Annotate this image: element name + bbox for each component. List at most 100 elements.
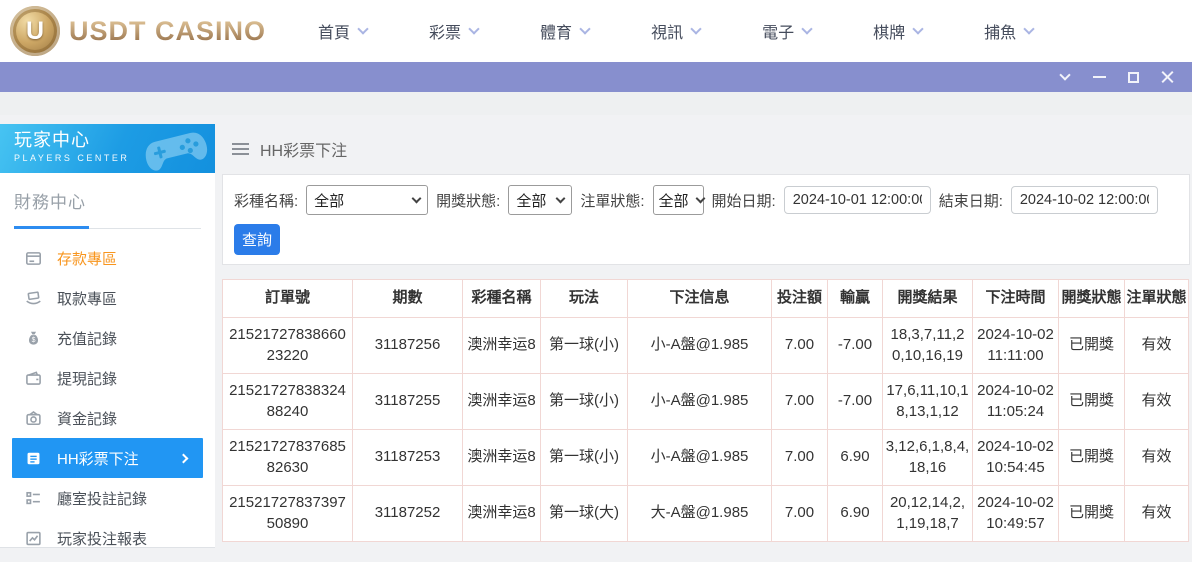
sidebar-item-hh-lottery-bets[interactable]: HH彩票下注 [12, 438, 203, 478]
nav-item-home[interactable]: 首頁 [318, 19, 367, 43]
window-titlebar [0, 62, 1192, 92]
nav-item-lottery[interactable]: 彩票 [429, 19, 478, 43]
nav-label: 視訊 [651, 19, 683, 43]
sidebar-item-funds-record[interactable]: 資金記錄 [0, 398, 215, 438]
start-date-label: 開始日期: [712, 190, 776, 211]
cell-win-loss: 6.90 [828, 430, 883, 486]
minimize-icon [1093, 76, 1106, 78]
cell-order-no: 2152172783768582630 [223, 430, 353, 486]
nav-item-fishing[interactable]: 捕魚 [984, 19, 1033, 43]
nav-item-board-games[interactable]: 棋牌 [873, 19, 922, 43]
end-date-label: 結束日期: [939, 190, 1003, 211]
cell-lottery-name: 澳洲幸运8 [463, 486, 541, 542]
cell-win-loss: -7.00 [828, 318, 883, 374]
cell-bet-amount: 7.00 [772, 486, 828, 542]
cell-play-type: 第一球(大) [541, 486, 628, 542]
top-navbar: U USDT CASINO 首頁 彩票 體育 視訊 電子 棋牌 捕魚 [0, 0, 1192, 62]
cell-period: 31187256 [353, 318, 463, 374]
nav-item-sports[interactable]: 體育 [540, 19, 589, 43]
nav-label: 首頁 [318, 19, 350, 43]
lottery-name-select[interactable]: 全部 [306, 185, 428, 215]
chevron-right-icon [179, 453, 189, 463]
recharge-record-icon: $ [25, 330, 42, 347]
hamburger-menu-icon[interactable] [232, 143, 249, 155]
content-area: 玩家中心 PLAYERS CENTER 財務中心 [0, 124, 1192, 562]
logo[interactable]: U USDT CASINO [10, 6, 266, 56]
cell-draw-result: 18,3,7,11,20,10,16,19 [883, 318, 973, 374]
window-close-button[interactable] [1160, 70, 1174, 84]
close-icon [1161, 71, 1174, 84]
nav-label: 棋牌 [873, 19, 905, 43]
sidebar-item-player-bet-report[interactable]: 玩家投注報表 [0, 518, 215, 558]
filter-panel: 彩種名稱: 全部 開獎狀態: 全部 注單狀態: 全部 開始日期: 結束日期: [222, 174, 1190, 265]
player-report-icon [25, 530, 42, 547]
nav-item-live-video[interactable]: 視訊 [651, 19, 700, 43]
maximize-icon [1128, 72, 1139, 83]
cell-lottery-name: 澳洲幸运8 [463, 318, 541, 374]
page-title: HH彩票下注 [260, 137, 347, 161]
order-status-label: 注單狀態: [580, 190, 644, 211]
cell-bet-amount: 7.00 [772, 430, 828, 486]
cell-bet-amount: 7.00 [772, 318, 828, 374]
draw-status-label: 開獎狀態: [436, 190, 500, 211]
window-maximize-button[interactable] [1126, 70, 1140, 84]
cell-order-no: 2152172783866023220 [223, 318, 353, 374]
cell-period: 31187252 [353, 486, 463, 542]
start-date-input[interactable] [784, 186, 931, 214]
sidebar-item-withdraw[interactable]: 取款專區 [0, 278, 215, 318]
main-nav: 首頁 彩票 體育 視訊 電子 棋牌 捕魚 [318, 19, 1033, 43]
nav-label: 彩票 [429, 19, 461, 43]
col-header-period: 期數 [353, 280, 463, 318]
cell-draw-status: 已開獎 [1059, 486, 1125, 542]
sidebar-item-deposit[interactable]: 存款專區 [0, 238, 215, 278]
cell-bet-time: 2024-10-02 11:05:24 [973, 374, 1059, 430]
cell-draw-status: 已開獎 [1059, 374, 1125, 430]
cell-play-type: 第一球(小) [541, 430, 628, 486]
col-header-play-type: 玩法 [541, 280, 628, 318]
lottery-bet-icon [25, 450, 42, 467]
col-header-win-loss: 輸贏 [828, 280, 883, 318]
cell-lottery-name: 澳洲幸运8 [463, 430, 541, 486]
col-header-bet-time: 下注時間 [973, 280, 1059, 318]
gamepad-icon [141, 127, 211, 171]
bet-records-table: 訂單號 期數 彩種名稱 玩法 下注信息 投注額 輸贏 開獎結果 下注時間 開獎狀… [222, 279, 1189, 542]
window-dropdown-button[interactable] [1058, 70, 1072, 84]
order-status-value: 全部 [659, 190, 689, 211]
table-row: 2152172783832488240 31187255 澳洲幸运8 第一球(小… [223, 374, 1189, 430]
cell-draw-status: 已開獎 [1059, 318, 1125, 374]
order-status-select[interactable]: 全部 [653, 185, 704, 215]
end-date-input[interactable] [1011, 186, 1158, 214]
cell-draw-result: 20,12,14,2,1,19,18,7 [883, 486, 973, 542]
sidebar-section-title: 財務中心 [14, 188, 201, 213]
logo-coin-icon: U [10, 6, 60, 56]
filter-row: 彩種名稱: 全部 開獎狀態: 全部 注單狀態: 全部 開始日期: 結束日期: [234, 185, 1178, 215]
sidebar-item-recharge-record[interactable]: $ 充值記錄 [0, 318, 215, 358]
col-header-draw-result: 開獎結果 [883, 280, 973, 318]
draw-status-value: 全部 [516, 190, 546, 211]
col-header-order-status: 注單狀態 [1125, 280, 1189, 318]
search-button[interactable]: 查詢 [234, 224, 280, 255]
sidebar-item-withdrawal-record[interactable]: 提現記錄 [0, 358, 215, 398]
sidebar-item-label: HH彩票下注 [57, 448, 139, 469]
cell-order-no: 2152172783739750890 [223, 486, 353, 542]
nav-item-slots[interactable]: 電子 [762, 19, 811, 43]
cell-draw-result: 3,12,6,1,8,4,18,16 [883, 430, 973, 486]
window-minimize-button[interactable] [1092, 70, 1106, 84]
cell-play-type: 第一球(小) [541, 318, 628, 374]
sidebar-item-room-bet-record[interactable]: 廳室投註記錄 [0, 478, 215, 518]
cell-draw-status: 已開獎 [1059, 430, 1125, 486]
lottery-name-label: 彩種名稱: [234, 190, 298, 211]
cell-order-status: 有效 [1125, 430, 1189, 486]
room-bet-record-icon [25, 490, 42, 507]
sidebar-item-label: 資金記錄 [57, 408, 117, 429]
sidebar-item-label: 玩家投注報表 [57, 528, 147, 549]
draw-status-select[interactable]: 全部 [508, 185, 572, 215]
sidebar-section: 財務中心 [0, 173, 215, 229]
cell-bet-time: 2024-10-02 11:11:00 [973, 318, 1059, 374]
spacer-strip [0, 92, 1192, 115]
cell-win-loss: 6.90 [828, 486, 883, 542]
chevron-down-icon [695, 194, 705, 204]
withdrawal-record-icon [25, 370, 42, 387]
cell-period: 31187255 [353, 374, 463, 430]
sidebar-menu: 存款專區 取款專區 $ 充值記錄 提現記錄 [0, 238, 215, 558]
